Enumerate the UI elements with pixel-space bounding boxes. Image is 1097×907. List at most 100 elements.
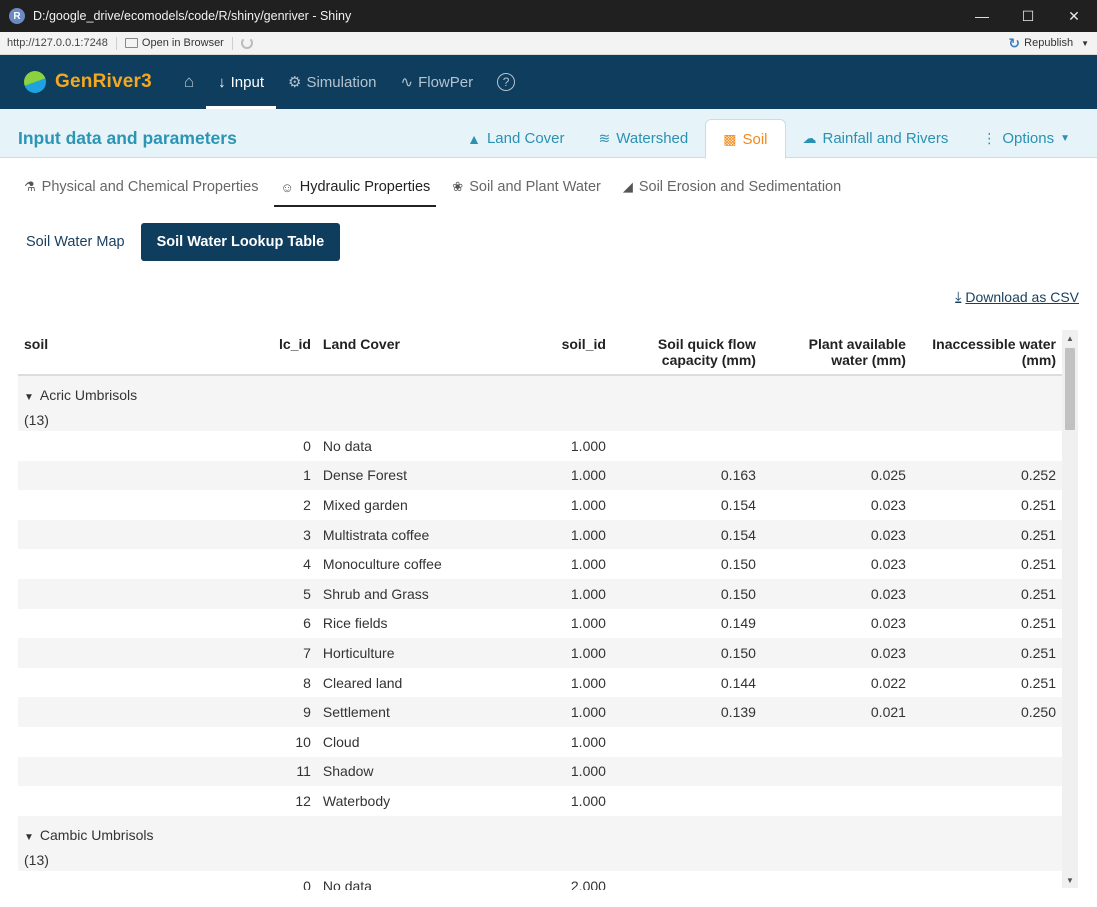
soil-water-lookup-table-button[interactable]: Soil Water Lookup Table — [140, 223, 341, 261]
cell-quick — [612, 727, 762, 757]
cell-plant: 0.023 — [761, 578, 912, 609]
cell-plant: 0.023 — [870, 556, 906, 573]
cell-lc_id: 5 — [273, 578, 317, 609]
header-land-cover[interactable]: Land Cover — [316, 330, 537, 376]
cell-lc_id: 4 — [303, 556, 311, 573]
cell-inacc: 0.252 — [911, 460, 1062, 491]
empty-soil-cell — [18, 609, 273, 639]
cell-quick: 0.150 — [611, 578, 762, 609]
cell-land: Shadow — [316, 756, 537, 787]
refresh-icon[interactable] — [240, 37, 253, 49]
scroll-thumb[interactable] — [1065, 348, 1075, 430]
group-cell[interactable]: ▼ Acric Umbrisols (13) — [18, 375, 1062, 431]
header-band: Input data and parameters ▲ Land Cover ≋… — [0, 109, 1097, 159]
nav-simulation[interactable]: ⚙ Simulation — [276, 55, 389, 109]
nav-home[interactable]: ⌂ — [172, 55, 206, 109]
header-lc-id[interactable]: lc_id — [273, 330, 317, 376]
download-icon: ⤓ — [955, 288, 962, 304]
cell-lc_id: 7 — [273, 638, 317, 668]
tab-options[interactable]: ⋮ Options ▼ — [965, 119, 1087, 158]
cell-lc_id: 8 — [303, 674, 311, 691]
scroll-up-icon[interactable]: ▲ — [1062, 330, 1078, 346]
tab-rainfall-rivers[interactable]: ☁ Rainfall and Rivers — [786, 119, 966, 158]
empty-soil-cell — [18, 756, 274, 787]
table-row: 0 No data 1.000 — [18, 431, 1062, 461]
cell-soil_id: 1.000 — [536, 756, 612, 787]
help-icon: ? — [497, 73, 516, 91]
globe-logo-icon — [24, 71, 46, 93]
minimize-icon[interactable]: — — [959, 0, 1005, 32]
water-icon: ≋ — [598, 130, 611, 146]
cell-plant: 0.025 — [761, 460, 912, 491]
main-tabs: ▲ Land Cover ≋ Watershed ▩ Soil ☁ Rainfa… — [450, 119, 1097, 159]
scroll-down-icon[interactable]: ▼ — [1062, 872, 1078, 888]
open-in-browser-button[interactable]: Open in Browser — [124, 37, 224, 49]
soil-water-lookup-table: soil lc_id Land Cover soil_id Soil quick… — [18, 330, 1062, 890]
cell-soil_id: 1.000 — [570, 437, 606, 454]
header-soil-id[interactable]: soil_id — [536, 330, 612, 376]
cell-inacc: 0.251 — [911, 578, 1062, 609]
republish-button[interactable]: ↻ Republish ▼ — [1008, 35, 1089, 52]
caret-down-icon[interactable]: ▼ — [24, 832, 34, 843]
table-group-row[interactable]: ▼ Cambic Umbrisols (13) — [18, 815, 1062, 871]
cell-quick: 0.149 — [720, 615, 756, 632]
cell-lc_id: 2 — [303, 496, 311, 513]
tab-label: Watershed — [616, 130, 689, 147]
tab-soil[interactable]: ▩ Soil — [705, 119, 786, 159]
download-csv-link[interactable]: ⤓ Download as CSV — [955, 288, 1079, 305]
cell-plant: 0.023 — [870, 496, 906, 513]
table-row: 1 Dense Forest 1.000 0.163 0.025 0.252 — [18, 460, 1062, 491]
url-text[interactable]: http://127.0.0.1:7248 — [7, 37, 108, 49]
chevron-down-icon: ▼ — [1081, 38, 1089, 48]
subtab-soil-plant-water[interactable]: ❀ Soil and Plant Water — [446, 167, 607, 207]
cell-plant: 0.023 — [761, 638, 912, 668]
cell-inacc: 0.251 — [911, 519, 1062, 550]
close-icon[interactable]: ✕ — [1051, 0, 1097, 32]
caret-down-icon[interactable]: ▼ — [24, 392, 34, 403]
subtab-erosion-sedimentation[interactable]: ◢ Soil Erosion and Sedimentation — [617, 167, 847, 207]
table-body: ▼ Acric Umbrisols (13) 0 No data 1.000 1 Dense … — [18, 375, 1062, 890]
cell-inacc — [912, 786, 1062, 816]
cell-quick — [612, 871, 762, 890]
soil-water-map-button[interactable]: Soil Water Map — [18, 223, 133, 261]
cell-plant — [762, 431, 912, 461]
tab-watershed[interactable]: ≋ Watershed — [582, 119, 706, 158]
table-scrollbar[interactable]: ▲ ▼ — [1062, 330, 1078, 888]
table-row: 4 Monoculture coffee 1.000 0.150 0.023 0.251 — [18, 549, 1062, 579]
cell-lc_id: 10 — [295, 733, 311, 750]
empty-soil-cell — [18, 578, 274, 609]
flask-icon: ⚗ — [24, 179, 36, 194]
cell-land: No data — [322, 437, 372, 454]
cell-quick: 0.144 — [720, 674, 756, 691]
cell-land: Multistrata coffee — [316, 519, 537, 550]
cell-soil_id: 1.000 — [570, 674, 606, 691]
table-row: 3 Multistrata coffee 1.000 0.154 0.023 0.251 — [18, 519, 1062, 550]
nav-help[interactable]: ? — [485, 55, 527, 109]
empty-soil-cell — [18, 786, 273, 816]
nav-flowper[interactable]: ∿ FlowPer — [389, 55, 486, 109]
header-quick-flow[interactable]: Soil quick flow capacity (mm) — [611, 330, 762, 376]
cell-quick: 0.150 — [720, 556, 756, 573]
maximize-icon[interactable]: ☐ — [1005, 0, 1051, 32]
brand[interactable]: GenRiver3 — [24, 71, 152, 93]
group-cell[interactable]: ▼ Cambic Umbrisols (13) — [18, 815, 1062, 871]
cell-lc_id: 3 — [273, 519, 317, 550]
header-plant-available[interactable]: Plant available water (mm) — [761, 330, 912, 376]
nav-input[interactable]: ↓ Input — [206, 55, 276, 109]
water-people-icon: ☺ — [280, 179, 294, 195]
cell-inacc: 0.251 — [1020, 496, 1056, 513]
divider — [231, 36, 233, 50]
cell-quick — [612, 431, 762, 461]
tab-land-cover[interactable]: ▲ Land Cover — [450, 119, 581, 158]
header-soil[interactable]: soil — [18, 330, 274, 376]
cell-land: Settlement — [316, 697, 537, 727]
subtab-physical-chemical[interactable]: ⚗ Physical and Chemical Properties — [18, 167, 264, 207]
group-name: Cambic Umbrisols — [39, 826, 154, 843]
cell-lc_id: 0 — [303, 437, 311, 454]
cell-land: Mixed garden — [322, 496, 408, 513]
subtab-hydraulic[interactable]: ☺ Hydraulic Properties — [274, 167, 437, 207]
table-row: 6 Rice fields 1.000 0.149 0.023 0.251 — [18, 609, 1062, 639]
download-label: Download as CSV — [965, 288, 1079, 305]
table-group-row[interactable]: ▼ Acric Umbrisols (13) — [18, 375, 1062, 431]
header-inaccessible[interactable]: Inaccessible water (mm) — [911, 330, 1062, 376]
